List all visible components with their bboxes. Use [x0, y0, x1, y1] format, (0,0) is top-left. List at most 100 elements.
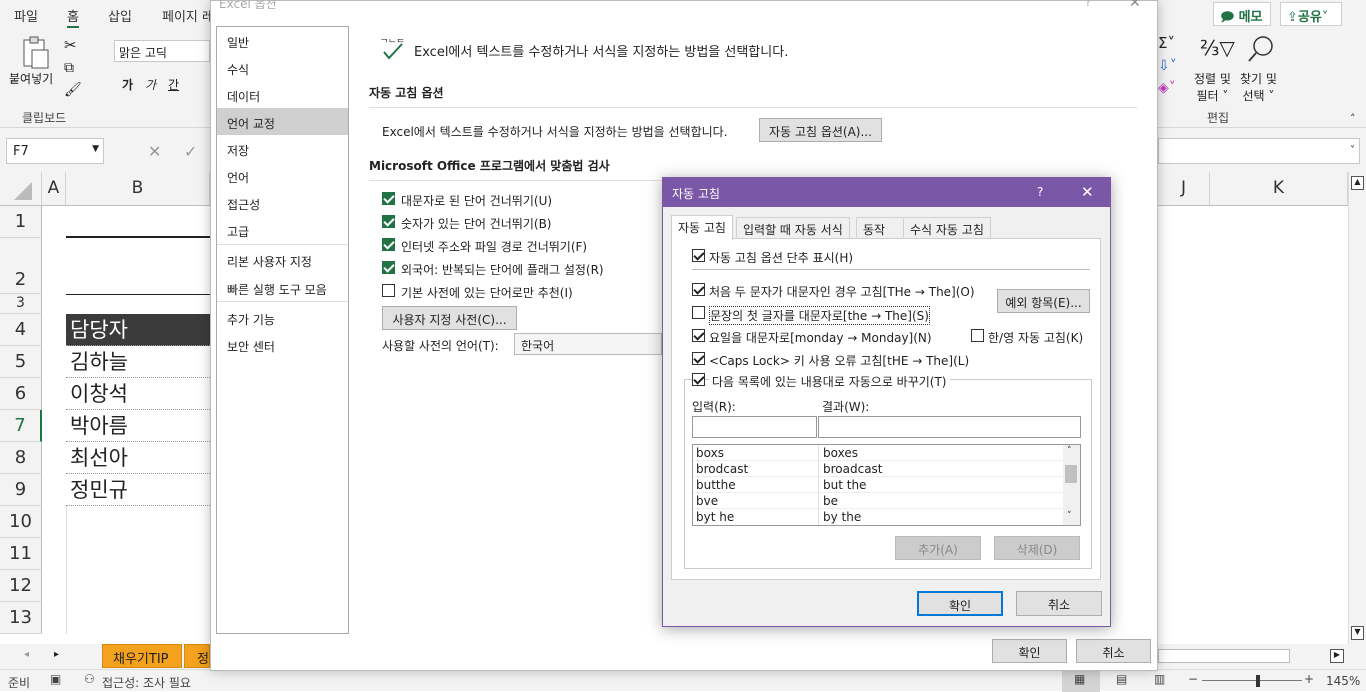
list-item[interactable]: bve be	[693, 493, 1063, 509]
tab-autocorrect[interactable]: 자동 고침	[671, 215, 733, 240]
zoom-slider-thumb[interactable]	[1256, 675, 1260, 687]
formula-input[interactable]: ˅	[1158, 138, 1360, 164]
tab-autoformat-as-you-type[interactable]: 입력할 때 자동 서식	[736, 217, 850, 239]
table-cell[interactable]: 박아름	[66, 410, 210, 442]
ignore-uppercase-checkbox[interactable]	[382, 192, 395, 205]
help-icon[interactable]: ?	[1085, 0, 1091, 9]
dict-language-select[interactable]: 한국어	[514, 333, 662, 355]
nav-item-formulas[interactable]: 수식	[227, 61, 249, 78]
collapse-ribbon-icon[interactable]: ˄	[1350, 112, 1356, 125]
scrollbar-thumb[interactable]	[1065, 465, 1077, 483]
nav-item-customize-ribbon[interactable]: 리본 사용자 지정	[227, 253, 312, 270]
nav-item-language[interactable]: 언어	[227, 169, 249, 186]
share-button[interactable]: ⇪공유˅	[1280, 2, 1342, 26]
row-header[interactable]: 11	[0, 538, 42, 570]
close-icon[interactable]: ✕	[1129, 0, 1141, 11]
tab-home[interactable]: 홈	[67, 6, 79, 28]
list-item[interactable]: brodcast broadcast	[693, 461, 1063, 477]
copy-icon[interactable]: ⧉	[64, 60, 74, 76]
tab-insert[interactable]: 삽입	[108, 6, 132, 25]
format-painter-icon[interactable]: 🖌	[64, 82, 82, 98]
memo-button[interactable]: 🗩 메모	[1213, 2, 1271, 26]
paste-button[interactable]: 붙여넣기	[9, 70, 53, 87]
horizontal-scrollbar[interactable]	[1158, 649, 1290, 663]
nav-item-save[interactable]: 저장	[227, 142, 249, 159]
normal-view-button[interactable]: ▦	[1062, 670, 1100, 692]
tab-actions[interactable]: 동작	[856, 217, 904, 239]
prev-sheet-icon[interactable]: ◂	[24, 649, 29, 660]
row-header[interactable]: 7	[0, 410, 42, 442]
nav-item-advanced[interactable]: 고급	[227, 223, 249, 240]
table-cell[interactable]: 이창석	[66, 378, 210, 410]
page-layout-view-icon[interactable]: ▤	[1116, 672, 1127, 686]
zoom-in-icon[interactable]: +	[1304, 672, 1314, 686]
row-header[interactable]: 1	[0, 206, 42, 238]
fill-icon[interactable]: ⇩˅	[1158, 58, 1177, 74]
capitalize-days-checkbox[interactable]	[692, 329, 705, 342]
clear-icon[interactable]: ◈˅	[1158, 80, 1176, 96]
find-select-button[interactable]: 찾기 및 선택 ˅	[1240, 70, 1277, 104]
hanyoung-checkbox[interactable]	[971, 329, 984, 342]
autosum-icon[interactable]: Σ˅	[1158, 34, 1175, 52]
table-cell[interactable]: 김하늘	[66, 346, 210, 378]
row-header[interactable]: 13	[0, 602, 42, 634]
with-input[interactable]	[818, 416, 1081, 438]
column-header-b[interactable]: B	[66, 172, 210, 206]
row-header[interactable]: 10	[0, 506, 42, 538]
main-dict-only-checkbox[interactable]	[382, 284, 395, 297]
cancel-entry-icon[interactable]: ✕	[148, 142, 161, 161]
accessibility-status[interactable]: 접근성: 조사 필요	[102, 674, 191, 691]
help-icon[interactable]: ?	[1037, 185, 1043, 199]
add-button[interactable]: 추가(A)	[895, 536, 981, 560]
delete-button[interactable]: 삭제(D)	[994, 536, 1080, 560]
macro-record-icon[interactable]: ▣	[50, 672, 61, 686]
underline-button[interactable]: 간	[168, 76, 179, 93]
two-initial-caps-checkbox[interactable]	[692, 283, 705, 296]
column-header-k[interactable]: K	[1210, 172, 1348, 206]
nav-item-trust-center[interactable]: 보안 센터	[227, 338, 275, 355]
list-item[interactable]: byt he by the	[693, 509, 1063, 525]
custom-dictionaries-button[interactable]: 사용자 지정 사전(C)...	[382, 306, 517, 330]
list-item[interactable]: butthe but the	[693, 477, 1063, 493]
capslock-checkbox[interactable]	[692, 352, 705, 365]
sheet-tab[interactable]: 정	[184, 644, 210, 668]
nav-item-accessibility[interactable]: 접근성	[227, 196, 260, 213]
next-sheet-icon[interactable]: ▸	[54, 649, 59, 660]
sheet-tab[interactable]: 채우기TIP	[102, 644, 182, 668]
options-cancel-button[interactable]: 취소	[1076, 639, 1151, 663]
zoom-slider[interactable]	[1202, 680, 1302, 681]
scroll-right-icon[interactable]: ▶	[1330, 649, 1344, 663]
list-item[interactable]: boxs boxes	[693, 445, 1063, 461]
nav-item-general[interactable]: 일반	[227, 34, 249, 51]
exceptions-button[interactable]: 예외 항목(E)...	[997, 289, 1090, 313]
options-ok-button[interactable]: 확인	[992, 639, 1067, 663]
select-all-corner[interactable]	[0, 172, 42, 206]
autocorrect-options-button[interactable]: 자동 고침 옵션(A)...	[759, 118, 882, 142]
zoom-level[interactable]: 145%	[1326, 674, 1360, 688]
tab-file[interactable]: 파일	[14, 6, 38, 25]
header-cell[interactable]: 담당자	[66, 314, 210, 346]
page-break-view-icon[interactable]: ▥	[1154, 672, 1165, 686]
tab-math-autocorrect[interactable]: 수식 자동 고침	[903, 217, 991, 239]
column-header-j[interactable]: J	[1158, 172, 1210, 206]
vertical-scrollbar[interactable]: ▲ ▼	[1348, 172, 1366, 644]
nav-item-quick-access[interactable]: 빠른 실행 도구 모음	[227, 281, 327, 298]
confirm-entry-icon[interactable]: ✓	[184, 142, 197, 161]
name-box[interactable]: F7 ▼	[6, 138, 104, 164]
scroll-down-icon[interactable]: ▼	[1351, 626, 1364, 640]
row-header[interactable]: 12	[0, 570, 42, 602]
capitalize-first-letter-checkbox[interactable]	[692, 306, 705, 319]
nav-item-data[interactable]: 데이터	[227, 88, 260, 105]
row-header[interactable]: 2	[0, 238, 42, 294]
scroll-up-icon[interactable]: ▲	[1351, 176, 1364, 190]
close-icon[interactable]: ✕	[1081, 183, 1094, 201]
scroll-up-icon[interactable]: ˄	[1067, 446, 1072, 456]
italic-button[interactable]: 가	[145, 76, 156, 93]
zoom-out-icon[interactable]: −	[1188, 672, 1198, 686]
autocorrect-cancel-button[interactable]: 취소	[1016, 591, 1102, 616]
row-header[interactable]: 8	[0, 442, 42, 474]
replace-text-checkbox[interactable]	[692, 373, 705, 386]
nav-item-addins[interactable]: 추가 기능	[227, 311, 275, 328]
ignore-numbers-checkbox[interactable]	[382, 215, 395, 228]
scroll-down-icon[interactable]: ˅	[1067, 511, 1072, 521]
